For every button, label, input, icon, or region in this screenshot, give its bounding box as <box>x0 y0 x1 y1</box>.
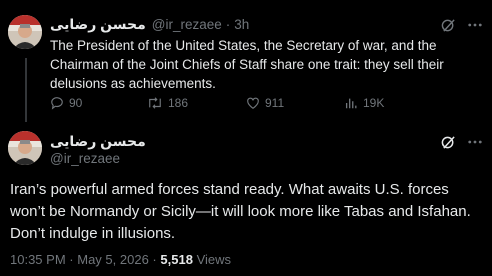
separator: · <box>69 252 74 267</box>
separator: · <box>225 17 231 32</box>
tweet-text: The President of the United States, the … <box>50 38 444 91</box>
reply-tweet-header: محسن رضایی @ir_rezaee · 3h <box>50 16 249 33</box>
tweet-date[interactable]: May 5, 2026 <box>77 252 149 267</box>
like-icon <box>247 97 259 109</box>
author-handle[interactable]: @ir_rezaee <box>50 151 120 166</box>
views-icon <box>345 98 357 109</box>
views-button[interactable]: 19K <box>344 96 384 110</box>
views-count: 5,518 <box>160 252 193 267</box>
thread-line <box>25 58 27 122</box>
tweet-meta: 10:35 PM · May 5, 2026 · 5,518 Views <box>10 252 231 267</box>
avatar[interactable] <box>8 15 42 49</box>
tweet-time[interactable]: 10:35 PM <box>10 252 66 267</box>
tweet-text: Iran’s powerful armed forces stand ready… <box>10 181 471 242</box>
reply-count: 90 <box>69 96 83 110</box>
reply-icon <box>51 97 63 110</box>
more-icon[interactable] <box>466 17 484 33</box>
like-count: 911 <box>265 96 285 110</box>
tweet-actions: 90 186 911 19K <box>50 96 430 114</box>
grok-icon[interactable] <box>440 134 456 150</box>
author-handle[interactable]: @ir_rezaee <box>152 17 222 32</box>
author-name[interactable]: محسن رضایی <box>50 16 146 33</box>
reply-button[interactable]: 90 <box>50 96 82 110</box>
author-name[interactable]: محسن رضایی <box>50 133 146 150</box>
repost-icon <box>149 97 161 109</box>
avatar[interactable] <box>8 131 42 165</box>
like-button[interactable]: 911 <box>246 96 284 110</box>
repost-button[interactable]: 186 <box>147 96 188 110</box>
repost-count: 186 <box>168 96 189 110</box>
grok-icon[interactable] <box>440 17 456 33</box>
views-label: Views <box>196 252 232 267</box>
separator: · <box>152 252 157 267</box>
views-count: 19K <box>363 96 385 110</box>
tweet-time[interactable]: 3h <box>234 17 249 32</box>
more-icon[interactable] <box>466 134 484 150</box>
